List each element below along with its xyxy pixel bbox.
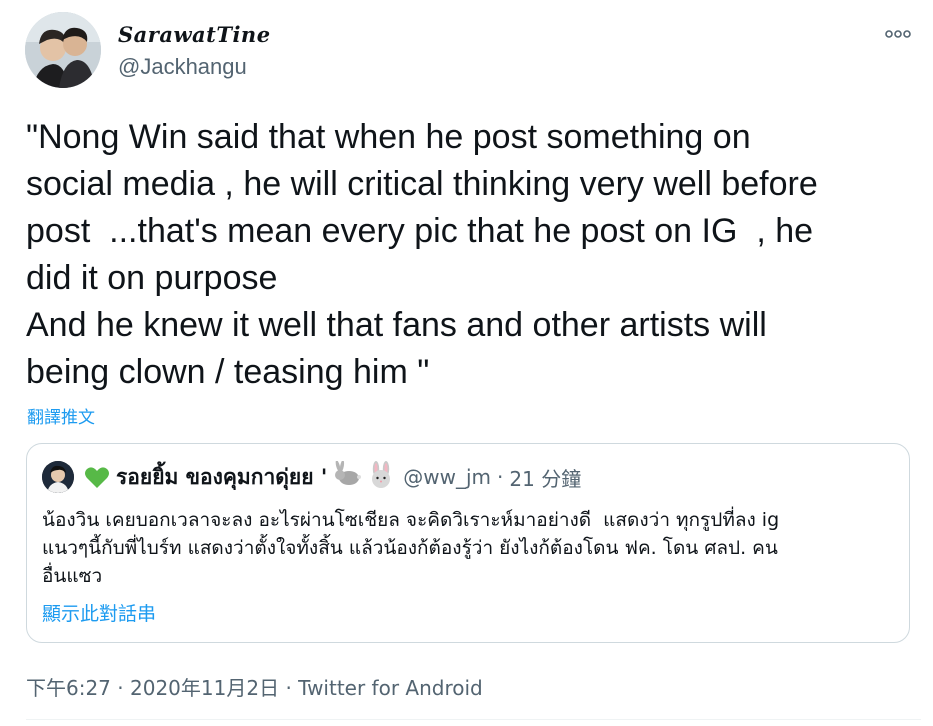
quoted-author-handle: @ww_jm [403,465,492,489]
quoted-author-avatar [42,461,74,493]
timestamp-separator: · [117,676,124,700]
quoted-tweet-text: น้องวิน เคยบอกเวลาจะลง อะไรผ่านโซเชียล จ… [42,509,780,587]
quoted-meta-separator: · [497,465,504,489]
quoted-tweet-time: 21 分鐘 [509,466,582,491]
quoted-author-name: รอยยิ้ม ของคุมกาดุ่ยย ' [84,459,395,494]
tweet-date[interactable]: 2020年11月2日 [130,676,279,700]
quoted-author-name-text: รอยยิ้ม ของคุมกาดุ่ยย ' [116,464,328,489]
quoted-tweet-card[interactable]: รอยยิ้ม ของคุมกาดุ่ยย ' @ww_jm · 21 分鐘 น… [26,443,910,643]
tweet-source[interactable]: Twitter for Android [298,676,483,700]
show-thread-link[interactable]: 顯示此對話串 [42,599,156,626]
rabbit-icon [333,459,363,494]
more-dots-icon [885,30,911,38]
author-display-name[interactable]: SarawatTine [118,22,271,47]
rabbit-face-icon [367,460,395,494]
more-options-button[interactable] [878,22,918,46]
tweet-time[interactable]: 下午6:27 [26,676,111,700]
divider [26,719,921,720]
source-separator: · [285,676,292,700]
author-handle[interactable]: @Jackhangu [118,54,247,80]
tweet-text: "Nong Win said that when he post somethi… [26,118,818,391]
tweet: SarawatTine @Jackhangu "Nong Win said th… [0,0,933,726]
author-avatar[interactable] [25,12,101,88]
green-heart-icon [84,466,110,489]
translate-tweet-link[interactable]: 翻譯推文 [27,403,95,428]
tweet-timestamp: 下午6:27 · 2020年11月2日 · Twitter for Androi… [26,672,483,701]
quoted-tweet-header: รอยยิ้ม ของคุมกาดุ่ยย ' @ww_jm · 21 分鐘 [42,459,582,494]
